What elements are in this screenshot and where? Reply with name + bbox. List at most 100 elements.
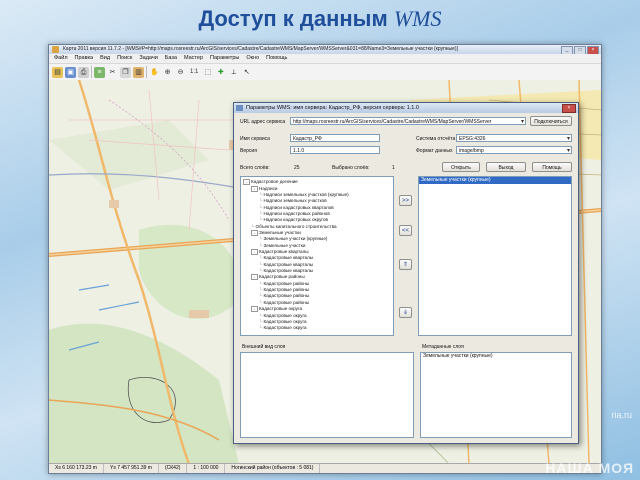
layer-tree-label: Надписи земельных участков — [263, 198, 327, 204]
menu-parameters[interactable]: Параметры — [210, 54, 239, 63]
layer-tree-label: Надписи кадастровых округов — [263, 217, 328, 223]
selected-layer-item[interactable]: Земельные участки (крупные) — [419, 177, 571, 184]
save-icon[interactable]: ▣ — [65, 66, 76, 78]
statusbar: Xs 6 160 173.23 m Ys 7 457 951.39 m (СК4… — [49, 463, 601, 473]
server-name-field[interactable]: Кадастр_РФ — [290, 134, 380, 142]
connect-button[interactable]: Подключиться — [530, 116, 572, 126]
print-icon[interactable]: ⎙ — [78, 66, 89, 78]
layer-tree-label: Кадастровые округа — [263, 325, 307, 331]
menu-edit[interactable]: Правка — [75, 54, 94, 63]
layer-tree-label: Земельные участки — [263, 242, 306, 248]
total-layers-value: 25 — [294, 165, 300, 171]
layer-tree-label: Кадастровые кварталы — [259, 249, 309, 255]
move-down-icon[interactable]: ⇓ — [399, 307, 412, 318]
dialog-title: Параметры WMS: имя сервера: Кадастр_РФ, … — [246, 105, 419, 111]
format-label: Формат данных — [416, 148, 453, 154]
measure-icon[interactable]: ⟂ — [228, 67, 239, 78]
layer-tree-label: Кадастровые районы — [259, 274, 305, 280]
app-titlebar: Карта 2011 версия 11.7.2 - [WMS#P=http:/… — [49, 45, 601, 54]
zoom-out-icon[interactable]: ⊖ — [175, 67, 186, 78]
layer-tree-label: Кадастровые районы — [263, 280, 310, 286]
help-button[interactable]: Помощь — [532, 162, 572, 172]
status-coord-x: Xs 6 160 173.23 m — [49, 464, 104, 473]
menu-wizard[interactable]: Мастер — [184, 54, 203, 63]
menu-window[interactable]: Окно — [246, 54, 259, 63]
open-button[interactable]: Открыть — [442, 162, 480, 172]
tree-expander-icon[interactable]: - — [251, 185, 258, 192]
selected-layers-value: 1 — [392, 165, 395, 171]
copy-icon[interactable]: ❐ — [120, 66, 131, 78]
paste-icon[interactable]: ▥ — [133, 66, 144, 78]
menu-search[interactable]: Поиск — [117, 54, 132, 63]
layer-tree-label: Кадастровые районы — [263, 287, 310, 293]
crs-select[interactable]: EPSG:4326 — [456, 134, 572, 142]
tree-expander-icon[interactable]: - — [243, 179, 250, 185]
layer-tree-label: Земельные участки — [259, 230, 301, 236]
layer-tree-item[interactable]: └ Кадастровые округа — [243, 325, 391, 331]
select-icon[interactable]: ↖ — [241, 67, 252, 78]
open-icon[interactable]: ▤ — [52, 66, 63, 78]
toolbar: ▤ ▣ ⎙ ≡ ✂ ❐ ▥ ✋ ⊕ ⊖ 1:1 ⬚ ✚ ⟂ ↖ — [49, 64, 601, 81]
menu-help[interactable]: Помощь — [266, 54, 287, 63]
tree-expander-icon[interactable]: - — [251, 306, 258, 313]
hand-icon[interactable]: ✋ — [149, 67, 160, 78]
layer-tree-label: Кадастровые районы — [263, 293, 310, 299]
format-value: image/bmp — [459, 148, 484, 154]
layer-tree-label: Земельные участки (крупные) — [263, 236, 328, 242]
url-value: http://maps.rosreestr.ru/ArcGIS/services… — [293, 119, 492, 125]
metadata-label: Метаданные слоя — [422, 344, 464, 350]
zoom-box-icon[interactable]: ⬚ — [202, 67, 213, 78]
metadata-panel: Земельные участки (крупные) — [420, 352, 572, 438]
crs-label: Система отсчёта — [416, 136, 456, 142]
remove-layer-button[interactable]: << — [399, 225, 412, 236]
slide-title-main: Доступ к данным — [198, 6, 388, 31]
layer-tree-label: Надписи земельных участков (крупные) — [263, 192, 349, 198]
layer-tree-label: Кадастровые районы — [263, 299, 310, 305]
move-up-icon[interactable]: ⇑ — [399, 259, 412, 270]
tree-expander-icon[interactable]: - — [251, 248, 258, 255]
menubar: Файл Правка Вид Поиск Задачи База Мастер… — [49, 54, 601, 64]
menu-view[interactable]: Вид — [100, 54, 110, 63]
version-field[interactable]: 1.1.0 — [290, 146, 380, 154]
layer-tree-label: Кадастровые округа — [259, 306, 303, 312]
tree-expander-icon[interactable]: - — [251, 274, 258, 281]
status-coord-y: Ys 7 457 951.39 m — [104, 464, 159, 473]
status-crs: (СК42) — [159, 464, 188, 473]
close-icon[interactable]: × — [587, 46, 599, 54]
layer-tree-label: Надписи — [259, 185, 278, 191]
tree-expander-icon[interactable]: - — [251, 229, 258, 236]
url-input[interactable]: http://maps.rosreestr.ru/ArcGIS/services… — [290, 117, 526, 125]
toolbar-separator — [91, 66, 92, 78]
pan-icon[interactable]: ✚ — [215, 67, 226, 78]
version-value: 1.1.0 — [293, 148, 305, 154]
zoom-one-to-one-button[interactable]: 1:1 — [188, 67, 200, 78]
menu-file[interactable]: Файл — [54, 54, 68, 63]
layer-tree-label: Объекты капитального строительства — [255, 223, 337, 229]
layer-view-panel — [240, 352, 414, 438]
app-icon — [52, 46, 59, 53]
layer-tree-label: Надписи кадастровых районов — [263, 210, 330, 216]
selected-layers-list[interactable]: Земельные участки (крупные) — [418, 176, 572, 336]
add-layer-button[interactable]: >> — [399, 195, 412, 206]
url-label: URL адрес сервиса — [240, 119, 286, 125]
dialog-icon — [236, 105, 243, 111]
minimize-icon[interactable]: _ — [561, 46, 573, 54]
wms-parameters-dialog: Параметры WMS: имя сервера: Кадастр_РФ, … — [233, 102, 579, 444]
maximize-icon[interactable]: □ — [574, 46, 586, 54]
zoom-in-icon[interactable]: ⊕ — [162, 67, 173, 78]
layers-icon[interactable]: ≡ — [94, 66, 105, 78]
format-select[interactable]: image/bmp — [456, 146, 572, 154]
menu-tasks[interactable]: Задачи — [139, 54, 157, 63]
close-icon[interactable]: × — [562, 104, 576, 113]
version-label: Версия — [240, 148, 257, 154]
menu-database[interactable]: База — [165, 54, 177, 63]
slide-title-suffix: WMS — [393, 6, 442, 31]
metadata-text: Земельные участки (крупные) — [423, 353, 493, 359]
exit-button[interactable]: Выход — [486, 162, 526, 172]
total-layers-label: Всего слоёв: — [240, 165, 270, 171]
status-region: Ногинский район (объектов : 5 081) — [225, 464, 321, 473]
layer-tree[interactable]: - Кадастровое деление - Надписи └ Надписи зе… — [240, 176, 394, 336]
app-window-title: Карта 2011 версия 11.7.2 - [WMS#P=http:/… — [63, 46, 458, 52]
cut-icon[interactable]: ✂ — [107, 67, 118, 78]
layer-tree-label: Кадастровые кварталы — [263, 268, 314, 274]
